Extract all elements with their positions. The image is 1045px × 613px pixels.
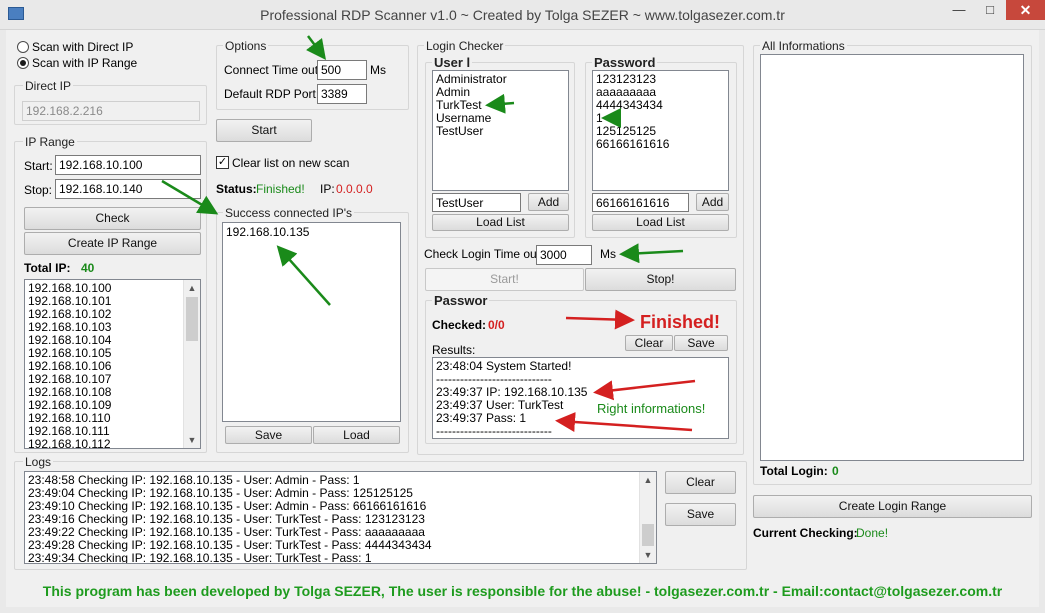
arrow-icon — [593, 379, 696, 401]
arrow-icon — [161, 179, 219, 215]
arrow-icon — [306, 35, 326, 60]
arrow-icon — [565, 309, 635, 330]
annotation-arrows — [161, 35, 696, 432]
arrow-icon — [276, 245, 331, 306]
arrow-icon — [619, 243, 684, 264]
arrow-icon — [555, 412, 693, 432]
arrow-icon — [485, 93, 515, 114]
